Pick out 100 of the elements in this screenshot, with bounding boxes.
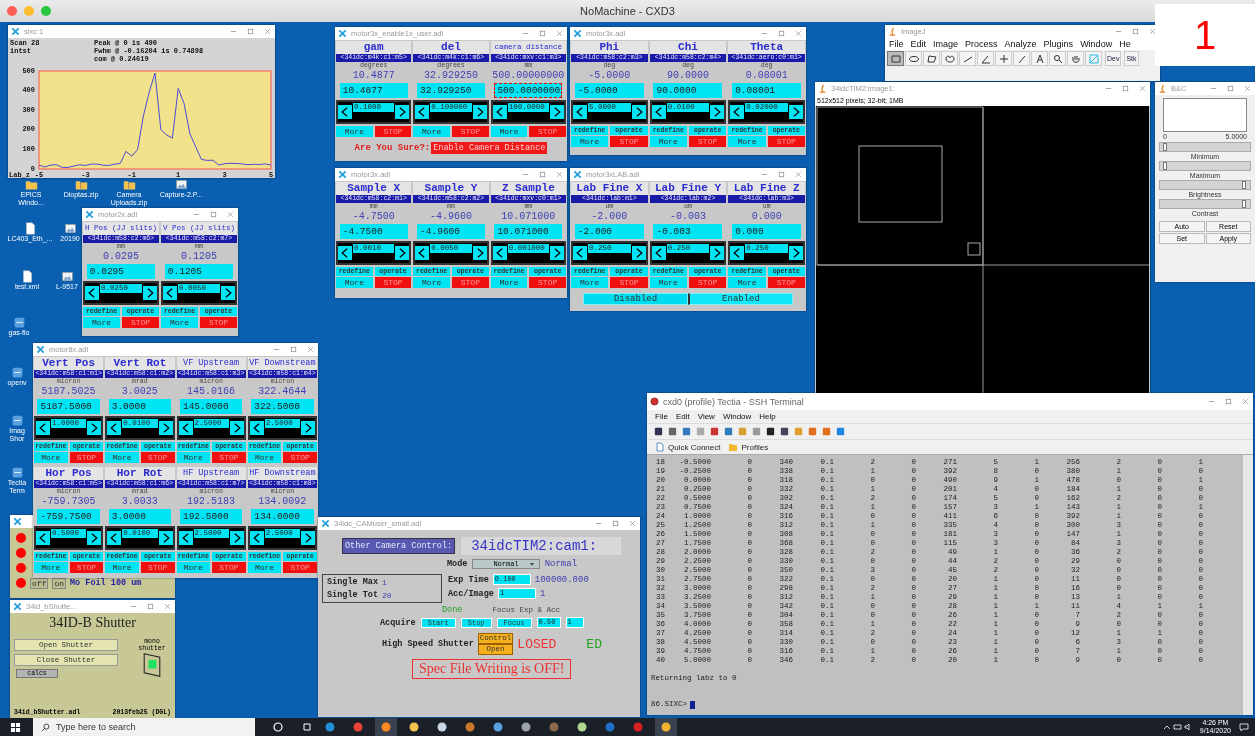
right-arrow-button[interactable] — [229, 528, 244, 548]
left-arrow-button[interactable] — [730, 102, 745, 122]
left-arrow-button[interactable] — [36, 418, 50, 438]
right-arrow-button[interactable] — [710, 243, 725, 263]
left-arrow-button[interactable] — [178, 418, 193, 438]
maximize-icon[interactable] — [289, 345, 298, 354]
right-arrow-button[interactable] — [710, 102, 725, 122]
left-arrow-button[interactable] — [730, 243, 745, 263]
more-button[interactable]: More — [571, 136, 609, 147]
slider-track[interactable] — [1159, 199, 1251, 209]
setpoint-field[interactable]: 0.1205 — [164, 264, 234, 279]
angle-tool-button[interactable] — [977, 51, 994, 66]
left-arrow-button[interactable] — [338, 243, 352, 263]
shortcut-icon[interactable] — [10, 366, 24, 379]
toolbar-icon[interactable] — [765, 426, 776, 437]
more-button[interactable]: More — [336, 277, 373, 288]
right-arrow-button[interactable] — [395, 243, 410, 263]
left-arrow-button[interactable] — [573, 102, 587, 122]
setpoint-field[interactable]: -5.0000 — [574, 83, 644, 98]
setpoint-field[interactable]: 322.5000 — [251, 399, 314, 414]
setpoint-field[interactable]: 0.000 — [732, 224, 802, 239]
left-arrow-button[interactable] — [338, 102, 352, 122]
setpoint-field[interactable]: 3.0000 — [108, 399, 172, 414]
toolbar-icon[interactable] — [653, 426, 664, 437]
profiles-button[interactable]: Profiles — [728, 442, 769, 452]
left-arrow-button[interactable] — [249, 528, 264, 548]
menu-item[interactable]: File — [655, 412, 668, 421]
maximize-icon[interactable] — [209, 210, 218, 219]
left-arrow-button[interactable] — [107, 528, 122, 548]
zoom-tool-button[interactable] — [1049, 51, 1066, 66]
menu-item[interactable]: Help — [759, 412, 776, 421]
slider-track[interactable] — [1159, 142, 1251, 152]
left-arrow-button[interactable] — [573, 243, 587, 263]
right-arrow-button[interactable] — [87, 418, 102, 438]
image-file-icon[interactable] — [63, 222, 77, 235]
more-button[interactable]: More — [728, 277, 766, 288]
menu-item[interactable]: He — [1119, 39, 1131, 49]
more-button[interactable]: More — [247, 562, 282, 573]
setpoint-field[interactable]: 145.0000 — [179, 399, 243, 414]
more-button[interactable]: More — [490, 277, 528, 288]
setpoint-field[interactable]: 192.5000 — [179, 509, 243, 524]
menu-item[interactable]: Edit — [910, 39, 927, 49]
left-arrow-button[interactable] — [36, 528, 50, 548]
right-arrow-button[interactable] — [229, 418, 244, 438]
oval-tool-button[interactable] — [905, 51, 922, 66]
left-arrow-button[interactable] — [492, 243, 507, 263]
more-button[interactable]: More — [34, 452, 68, 463]
more-button[interactable]: More — [571, 277, 609, 288]
more-button[interactable]: More — [34, 562, 68, 573]
image-file-icon[interactable] — [174, 178, 188, 191]
right-arrow-button[interactable] — [472, 102, 487, 122]
menu-item[interactable]: Edit — [675, 412, 690, 421]
menu-item[interactable]: Process — [965, 39, 998, 49]
freehand-tool-button[interactable] — [941, 51, 958, 66]
maximize-icon[interactable] — [1226, 84, 1235, 93]
wand-tool-button[interactable] — [1013, 51, 1030, 66]
more-button[interactable]: More — [490, 126, 528, 137]
setpoint-field[interactable]: 0.08001 — [732, 83, 802, 98]
left-arrow-button[interactable] — [492, 102, 507, 122]
setpoint-field[interactable]: -759.7500 — [37, 509, 100, 524]
more-button[interactable]: More — [161, 317, 198, 328]
setpoint-field[interactable]: 0.0295 — [86, 264, 156, 279]
maximize-icon[interactable] — [246, 27, 255, 36]
task-view-icon[interactable] — [301, 721, 313, 733]
slider-thumb[interactable] — [1241, 181, 1246, 189]
point-tool-button[interactable] — [995, 51, 1012, 66]
more-button[interactable]: More — [649, 277, 687, 288]
windows-logo-icon[interactable] — [10, 721, 21, 733]
more-button[interactable]: More — [83, 317, 120, 328]
slider-thumb[interactable] — [1241, 200, 1246, 208]
more-button[interactable]: More — [649, 136, 687, 147]
more-button[interactable]: More — [247, 452, 282, 463]
left-arrow-button[interactable] — [651, 243, 666, 263]
maximize-icon[interactable] — [1131, 27, 1140, 36]
slider-track[interactable] — [1159, 161, 1251, 171]
zip-folder-icon[interactable] — [74, 178, 88, 191]
color-tool-button[interactable] — [1085, 51, 1102, 66]
more-button[interactable]: More — [728, 136, 766, 147]
setpoint-field[interactable]: 10.4877 — [339, 83, 408, 98]
maximize-icon[interactable] — [611, 519, 620, 528]
maximize-icon[interactable] — [777, 29, 786, 38]
shortcut-icon[interactable] — [10, 466, 24, 479]
maximize-icon[interactable] — [538, 29, 547, 38]
more-button[interactable]: More — [105, 562, 139, 573]
circle-icon[interactable] — [272, 721, 284, 733]
menu-item[interactable]: View — [697, 412, 715, 421]
right-arrow-button[interactable] — [301, 418, 315, 438]
right-arrow-button[interactable] — [472, 243, 487, 263]
menu-item[interactable]: Analyze — [1004, 39, 1037, 49]
left-arrow-button[interactable] — [249, 418, 264, 438]
right-arrow-button[interactable] — [631, 102, 646, 122]
left-arrow-button[interactable] — [107, 418, 122, 438]
setpoint-field[interactable]: -0.003 — [653, 224, 723, 239]
menu-item[interactable]: Plugins — [1043, 39, 1074, 49]
notification-icon[interactable] — [1239, 722, 1249, 732]
right-arrow-button[interactable] — [158, 528, 173, 548]
right-arrow-button[interactable] — [631, 243, 646, 263]
left-arrow-button[interactable] — [415, 243, 430, 263]
toggle-button[interactable]: Enabled — [688, 293, 793, 305]
toolbar-icon[interactable] — [779, 426, 790, 437]
